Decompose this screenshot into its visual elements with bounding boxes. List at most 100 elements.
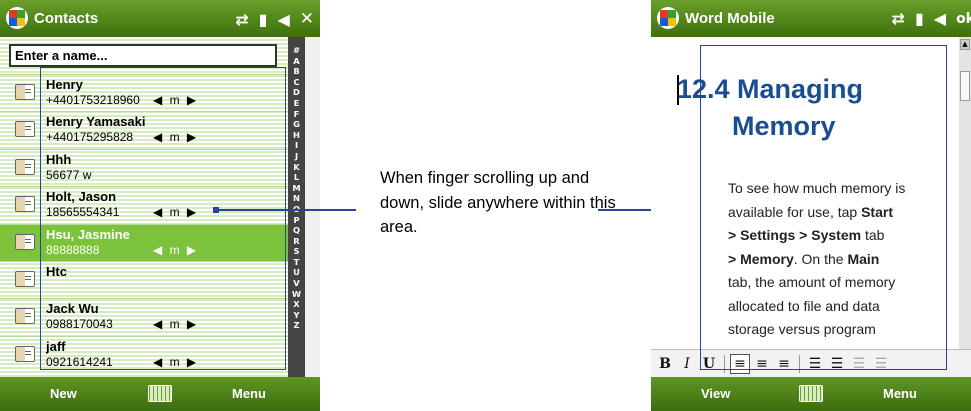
contacts-screen: Contacts ⇄ ▮ ◀ ✕ Enter a name... Henry +4…	[0, 0, 320, 411]
document-heading: 12.4 Managing Memory	[677, 71, 863, 145]
align-left-icon[interactable]: ≡	[730, 353, 750, 374]
index-letter[interactable]: L	[288, 172, 305, 183]
bold-button[interactable]: B	[655, 354, 675, 374]
index-letter[interactable]: M	[288, 183, 305, 194]
align-right-icon[interactable]: ≡	[774, 354, 794, 374]
contact-row[interactable]: Hhh 56677 w	[0, 148, 290, 186]
body-line: allocated to file and data	[728, 297, 880, 314]
contact-row[interactable]: Htc	[0, 261, 290, 298]
search-input[interactable]: Enter a name...	[9, 44, 277, 67]
index-letter[interactable]: Q	[288, 225, 305, 236]
volume-icon[interactable]: ◀	[934, 9, 946, 28]
menu-softkey[interactable]: Menu	[232, 386, 266, 401]
index-letter[interactable]: P	[288, 215, 305, 226]
index-letter[interactable]: F	[288, 109, 305, 120]
contact-name: Jack Wu	[46, 301, 99, 317]
index-letter[interactable]: W	[288, 289, 305, 300]
keyboard-icon[interactable]	[799, 385, 823, 402]
softkey-bar: New Menu	[0, 377, 320, 411]
index-letter[interactable]: R	[288, 236, 305, 247]
contact-name: Hhh	[46, 151, 72, 167]
volume-icon[interactable]: ◀	[277, 10, 289, 29]
body-line: > Memory. On the Main	[728, 250, 880, 267]
bullet-list-icon[interactable]: ☰	[827, 354, 847, 374]
scroll-thumb[interactable]	[960, 71, 970, 101]
contact-number: +4401753218960	[46, 93, 140, 107]
index-letter[interactable]: K	[288, 162, 305, 173]
index-letter[interactable]: G	[288, 119, 305, 130]
heading-line-1: 12.4 Managing	[677, 74, 864, 104]
contact-name: jaff	[46, 338, 66, 354]
menu-softkey[interactable]: Menu	[883, 386, 917, 401]
scrollbar[interactable]	[305, 37, 320, 377]
number-type: m	[169, 130, 182, 145]
number-type-selector[interactable]: ◀ m ▶	[153, 317, 198, 331]
scroll-up-icon[interactable]: ▲	[960, 39, 970, 50]
index-letter[interactable]: U	[288, 267, 305, 278]
align-center-icon[interactable]: ≡	[752, 354, 772, 374]
contact-row[interactable]: Henry +4401753218960 ◀ m ▶	[0, 74, 290, 111]
new-softkey[interactable]: New	[50, 386, 77, 401]
index-letter[interactable]: T	[288, 257, 305, 268]
contact-row[interactable]: Hsu, Jasmine 88888888 ◀ m ▶	[0, 223, 290, 261]
close-icon[interactable]: ✕	[300, 9, 314, 29]
index-letter[interactable]: A	[288, 56, 305, 67]
index-letter[interactable]: E	[288, 98, 305, 109]
document-area[interactable]: 12.4 Managing Memory To see how much mem…	[651, 37, 959, 375]
word-title-bar: Word Mobile ⇄ ▮ ◀ ok	[651, 0, 971, 37]
decrease-indent-icon[interactable]: ☰	[849, 354, 869, 374]
contact-card-icon	[15, 308, 35, 325]
contact-row[interactable]: Henry Yamasaki +440175295828 ◀ m ▶	[0, 111, 290, 148]
app-title: Word Mobile	[685, 10, 775, 27]
index-letter[interactable]: S	[288, 246, 305, 257]
start-icon[interactable]	[6, 7, 28, 29]
index-letter[interactable]: I	[288, 140, 305, 151]
number-type-selector[interactable]: ◀ m ▶	[153, 130, 198, 144]
heading-line-2: Memory	[732, 111, 836, 141]
contact-number: 0921614241	[46, 354, 113, 369]
numbered-list-icon[interactable]: ☰	[805, 354, 825, 374]
italic-button[interactable]: I	[677, 354, 697, 374]
contact-card-icon	[15, 84, 35, 100]
contact-row[interactable]: Jack Wu 0988170043 ◀ m ▶	[0, 298, 290, 335]
index-letter[interactable]: #	[288, 45, 305, 56]
body-line: available for use, tap Start	[728, 203, 893, 220]
view-softkey[interactable]: View	[701, 386, 730, 401]
keyboard-icon[interactable]	[148, 385, 172, 402]
index-letter[interactable]: C	[288, 77, 305, 88]
number-type-selector[interactable]: ◀ m ▶	[153, 205, 198, 219]
signal-icon[interactable]: ▮	[915, 9, 924, 28]
connectivity-icon[interactable]: ⇄	[892, 9, 905, 28]
contact-list[interactable]: Enter a name... Henry +4401753218960 ◀ m ▶…	[0, 37, 290, 377]
number-type-selector[interactable]: ◀ m ▶	[153, 243, 198, 257]
ok-button[interactable]: ok	[956, 11, 971, 27]
index-letter[interactable]: N	[288, 193, 305, 204]
contact-card-icon	[15, 233, 35, 250]
number-type-selector[interactable]: ◀ m ▶	[153, 93, 198, 107]
index-letter[interactable]: B	[288, 66, 305, 77]
number-type-selector[interactable]: ◀ m ▶	[153, 355, 198, 369]
index-letter[interactable]: D	[288, 87, 305, 98]
signal-icon[interactable]: ▮	[259, 10, 268, 29]
contact-row[interactable]: jaff 0921614241 ◀ m ▶	[0, 335, 290, 373]
callout-line-left	[216, 209, 356, 211]
scrollbar[interactable]: ▲ ▼	[959, 37, 971, 375]
index-letter[interactable]: Z	[288, 320, 305, 331]
increase-indent-icon[interactable]: ☰	[871, 354, 891, 374]
index-letter[interactable]: Y	[288, 310, 305, 321]
underline-button[interactable]: U	[699, 354, 719, 374]
index-letter[interactable]: J	[288, 151, 305, 162]
connectivity-icon[interactable]: ⇄	[235, 10, 248, 29]
index-letter[interactable]: H	[288, 130, 305, 141]
body-line: > Settings > System tab	[728, 227, 885, 243]
contact-row[interactable]: Holt, Jason 18565554341 ◀ m ▶	[0, 186, 290, 223]
format-toolbar: B I U ≡ ≡ ≡ ☰ ☰ ☰ ☰	[651, 349, 971, 377]
contact-card-icon	[15, 121, 35, 138]
number-type: m	[169, 354, 182, 369]
start-icon[interactable]	[657, 7, 679, 29]
toolbar-divider	[724, 354, 725, 373]
index-letter[interactable]: V	[288, 278, 305, 289]
contact-card-icon	[15, 345, 35, 362]
alphabet-index-bar[interactable]: #ABCDEFGHIJKLMNOPQRSTUVWXYZ	[288, 37, 305, 377]
index-letter[interactable]: X	[288, 299, 305, 310]
